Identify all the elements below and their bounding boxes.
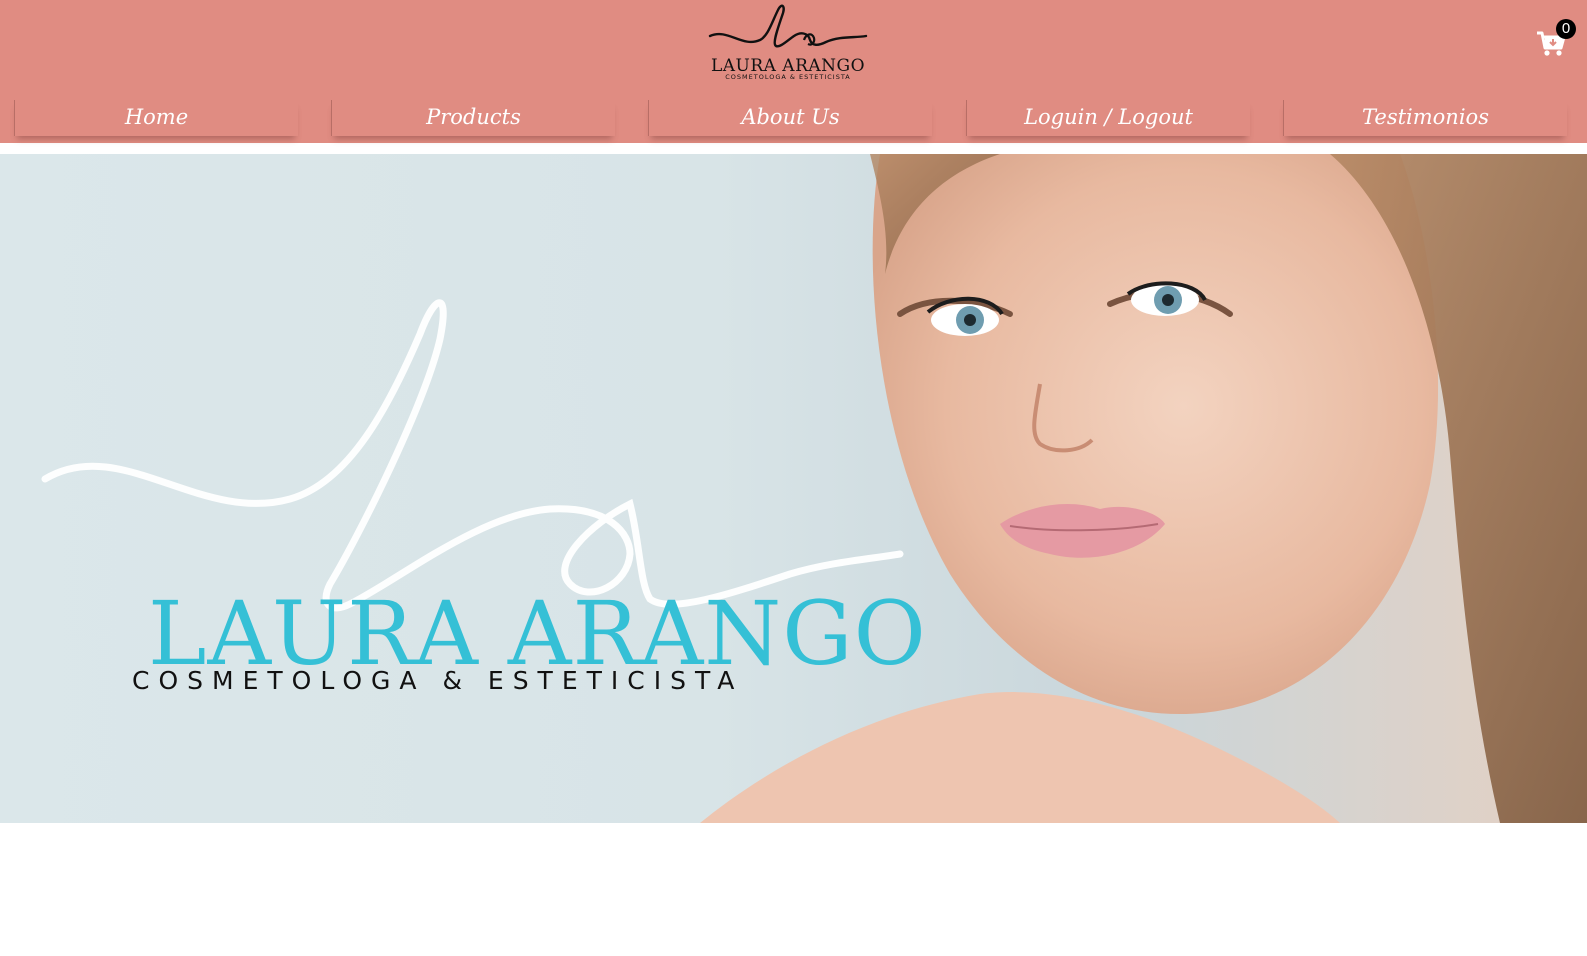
main-nav: Home Products About Us Loguin / Logout T… bbox=[14, 100, 1587, 136]
hero-brand-subtitle: COSMETOLOGA & ESTETICISTA bbox=[132, 666, 744, 695]
brand-logo[interactable]: LAURA ARANGO COSMETOLOGA & ESTETICISTA bbox=[708, 2, 868, 82]
logo-script-mark bbox=[708, 4, 868, 48]
nav-item-testimonios[interactable]: Testimonios bbox=[1283, 100, 1567, 136]
nav-item-about-us[interactable]: About Us bbox=[648, 100, 932, 136]
cart-count-badge: 0 bbox=[1556, 19, 1576, 39]
hero-banner: LAURA ARANGO COSMETOLOGA & ESTETICISTA bbox=[0, 154, 1587, 823]
site-header: LAURA ARANGO COSMETOLOGA & ESTETICISTA 0… bbox=[0, 0, 1587, 143]
nav-item-login-logout[interactable]: Loguin / Logout bbox=[966, 100, 1250, 136]
nav-item-products[interactable]: Products bbox=[331, 100, 615, 136]
cart-button[interactable]: 0 bbox=[1536, 19, 1576, 62]
nav-item-home[interactable]: Home bbox=[14, 100, 298, 136]
logo-subtitle: COSMETOLOGA & ESTETICISTA bbox=[725, 73, 851, 81]
